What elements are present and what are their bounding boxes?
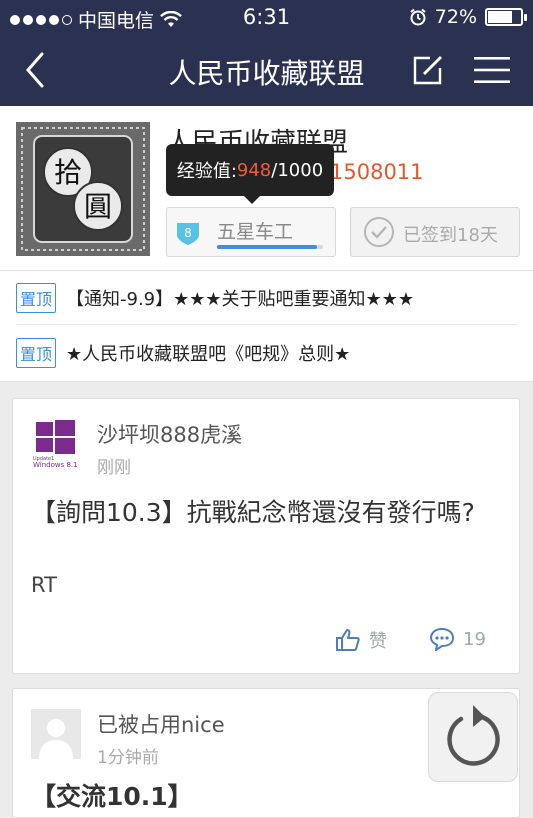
battery-icon bbox=[485, 8, 527, 26]
level-button[interactable]: 8 五星车工 bbox=[166, 207, 336, 257]
forum-avatar[interactable]: 拾 圓 bbox=[16, 122, 150, 256]
svg-text:Windows 8.1: Windows 8.1 bbox=[33, 461, 78, 469]
user-avatar[interactable]: Update1 Windows 8.1 bbox=[31, 419, 81, 469]
post-time: 1分钟前 bbox=[97, 748, 159, 768]
status-bar: 中国电信 6:31 72% bbox=[0, 0, 533, 34]
signin-button[interactable]: 已签到18天 bbox=[350, 207, 520, 257]
nav-bar: 人民币收藏联盟 bbox=[0, 34, 533, 106]
page-title: 人民币收藏联盟 bbox=[168, 57, 365, 90]
like-label: 赞 bbox=[369, 631, 387, 652]
pinned-list: 置顶 【通知-9.9】★★★关于贴吧重要通知★★★ 置顶 ★人民币收藏联盟吧《吧… bbox=[0, 270, 533, 382]
level-progress-bar bbox=[217, 245, 323, 249]
forum-header: 拾 圓 人民币收藏联盟 1508011 经验值: 948 / 1000 8 五星… bbox=[0, 106, 533, 270]
post-title: 【詢問10.3】抗戰紀念幣還沒有發行嗎? bbox=[31, 498, 475, 527]
post-title: 【交流10.1】 bbox=[31, 782, 193, 811]
level-name: 五星车工 bbox=[217, 221, 294, 243]
edit-icon[interactable] bbox=[410, 52, 446, 88]
like-button[interactable]: 赞 bbox=[335, 627, 387, 653]
battery-percent: 72% bbox=[434, 6, 477, 28]
post-card[interactable]: Update1 Windows 8.1 沙坪坝888虎溪 刚刚 【詢問10.3】… bbox=[12, 398, 520, 674]
pinned-item[interactable]: 置顶 ★人民币收藏联盟吧《吧规》总则★ bbox=[16, 326, 517, 380]
default-avatar-icon[interactable] bbox=[31, 709, 81, 759]
svg-text:圓: 圓 bbox=[84, 190, 112, 223]
pinned-item[interactable]: 置顶 【通知-9.9】★★★关于贴吧重要通知★★★ bbox=[16, 271, 517, 325]
experience-label: 经验值: bbox=[176, 161, 237, 182]
top-bar: 中国电信 6:31 72% 人民币收藏联盟 bbox=[0, 0, 533, 106]
alarm-icon bbox=[410, 8, 426, 26]
comment-icon bbox=[429, 627, 455, 651]
experience-tooltip: 经验值: 948 / 1000 bbox=[166, 144, 334, 204]
post-author[interactable]: 已被占用nice bbox=[97, 709, 225, 739]
level-badge-icon: 8 bbox=[177, 223, 199, 245]
pinned-tag: 置顶 bbox=[16, 338, 57, 368]
post-time: 刚刚 bbox=[97, 458, 131, 478]
pinned-title: 【通知-9.9】★★★关于贴吧重要通知★★★ bbox=[66, 288, 414, 310]
experience-max: 1000 bbox=[277, 159, 324, 181]
pinned-title: ★人民币收藏联盟吧《吧规》总则★ bbox=[66, 344, 351, 365]
comment-button[interactable]: 19 bbox=[429, 627, 486, 651]
refresh-button[interactable] bbox=[428, 692, 518, 782]
thumbs-up-icon bbox=[336, 629, 360, 651]
forum-subtitle: 1508011 bbox=[330, 160, 424, 184]
check-circle-icon bbox=[364, 217, 394, 247]
menu-icon[interactable] bbox=[474, 56, 510, 84]
signin-label: 已签到18天 bbox=[403, 225, 498, 246]
post-body: RT bbox=[31, 573, 57, 597]
pinned-tag: 置顶 bbox=[16, 282, 57, 313]
post-author[interactable]: 沙坪坝888虎溪 bbox=[97, 419, 242, 449]
svg-text:8: 8 bbox=[184, 226, 192, 240]
svg-text:拾: 拾 bbox=[54, 156, 82, 189]
comment-count: 19 bbox=[463, 628, 486, 650]
experience-current: 948 bbox=[236, 159, 272, 181]
refresh-icon bbox=[447, 705, 500, 766]
